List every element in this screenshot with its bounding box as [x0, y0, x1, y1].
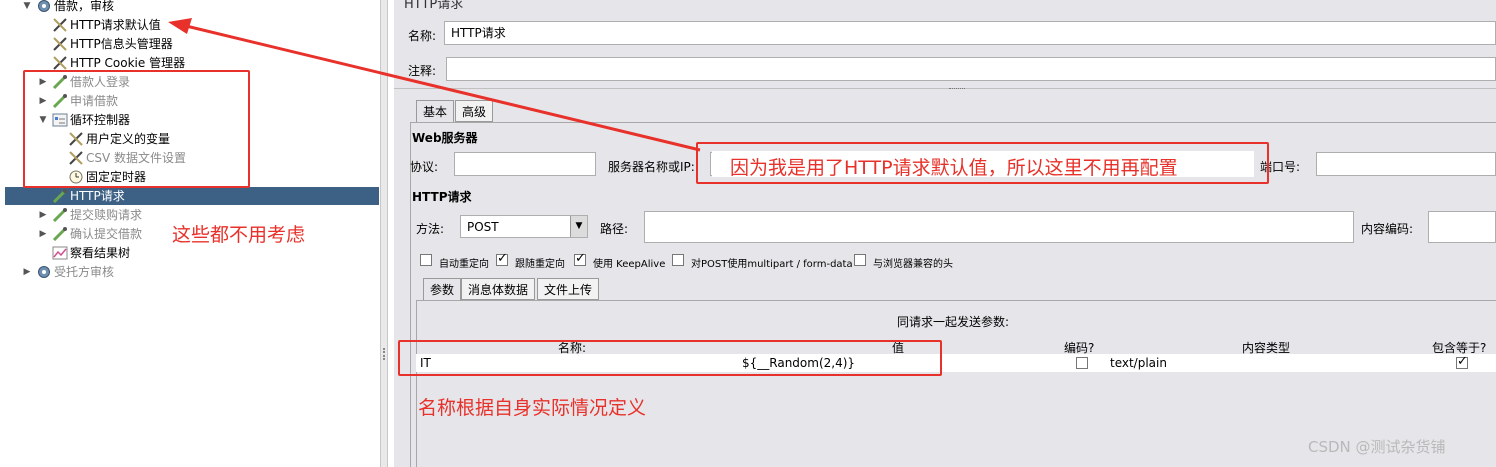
- param-highlight-box: [398, 340, 942, 376]
- name-note: 名称根据自身实际情况定义: [418, 397, 647, 419]
- ignore-note: 这些都不用考虑: [172, 224, 306, 246]
- server-note: 因为我是用了HTTP请求默认值，所以这里不用再配置: [730, 157, 1178, 179]
- watermark: CSDN @测试杂货铺: [1308, 438, 1446, 456]
- ignore-highlight-box: [23, 70, 250, 188]
